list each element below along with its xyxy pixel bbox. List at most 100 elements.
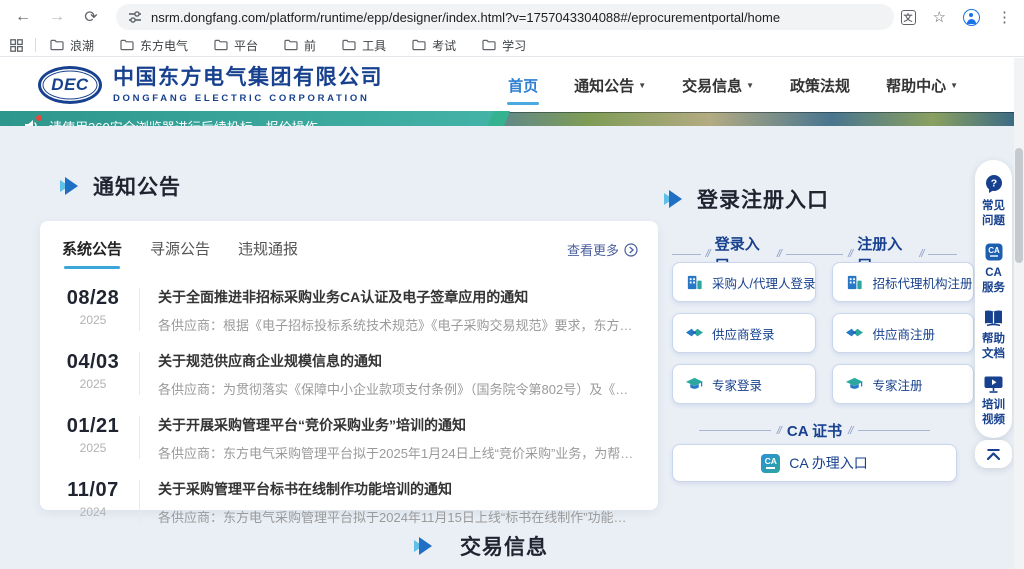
agency-register-button[interactable]: 招标代理机构注册 — [832, 262, 973, 302]
notice-year: 2025 — [62, 441, 124, 455]
notices-tabs: 系统公告 寻源公告 违规通报 查看更多 — [40, 221, 658, 275]
company-logo[interactable]: DEC 中国东方电气集团有限公司 DONGFANG ELECTRIC CORPO… — [38, 66, 383, 104]
bookmark-folder-xuexi[interactable]: 学习 — [482, 37, 526, 54]
bookmark-label: 浪潮 — [70, 37, 94, 54]
browser-back-icon[interactable]: ← — [14, 8, 32, 26]
handshake-icon — [845, 324, 864, 343]
back-to-top-button[interactable] — [975, 440, 1012, 468]
folder-icon — [342, 39, 356, 51]
circle-chevron-right-icon — [624, 243, 638, 257]
button-label: 供应商注册 — [872, 324, 935, 343]
view-more-link[interactable]: 查看更多 — [567, 240, 638, 259]
decorative-slashes: // — [848, 425, 852, 437]
folder-icon — [284, 39, 298, 51]
notice-date: 11/07 — [62, 479, 124, 502]
notice-list-item[interactable]: 11/07 2024 关于采购管理平台标书在线制作功能培训的通知 各供应商：东方… — [62, 469, 638, 533]
bookmark-folder-dongfang[interactable]: 东方电气 — [120, 37, 188, 54]
portal-button-grid: 采购人/代理人登录 招标代理机构注册 供应商登录 供应商注册 — [672, 262, 957, 404]
notices-section-title: 通知公告 — [93, 171, 181, 201]
notice-list-item[interactable]: 08/28 2025 关于全面推进非招标采购业务CA认证及电子签章应用的通知 各… — [62, 277, 638, 341]
purchaser-login-button[interactable]: 采购人/代理人登录 — [672, 262, 816, 302]
notice-date-box: 01/21 2025 — [62, 413, 124, 462]
training-videos-rail-button[interactable]: 培训视频 — [981, 375, 1007, 428]
button-label: 供应商登录 — [712, 324, 775, 343]
notice-year: 2025 — [62, 313, 124, 327]
translate-icon[interactable]: 文 — [901, 10, 916, 25]
faq-rail-button[interactable]: ? 常见问题 — [981, 173, 1007, 229]
bookmark-folder-gongju[interactable]: 工具 — [342, 37, 386, 54]
tab-system-notices[interactable]: 系统公告 — [62, 238, 122, 269]
decorative-slashes: // — [777, 248, 781, 260]
browser-reload-icon[interactable]: ⟳ — [82, 7, 100, 27]
company-name-en: DONGFANG ELECTRIC CORPORATION — [113, 93, 383, 104]
divider — [672, 254, 701, 255]
profile-avatar-icon[interactable] — [963, 9, 980, 26]
bookmark-folder-pingtai[interactable]: 平台 — [214, 37, 258, 54]
notices-card: 系统公告 寻源公告 违规通报 查看更多 08/28 2025 关于全面推进非招标… — [40, 221, 658, 510]
notice-year: 2025 — [62, 377, 124, 391]
tab-active-underline — [64, 266, 120, 269]
tab-violation-reports[interactable]: 违规通报 — [238, 238, 298, 259]
apps-grid-icon[interactable] — [10, 39, 23, 52]
notice-title[interactable]: 关于开展采购管理平台“竞价采购业务”培训的通知 — [158, 415, 638, 435]
ca-service-rail-button[interactable]: CA CA服务 — [981, 242, 1007, 296]
section-arrow-icon — [662, 188, 684, 210]
nav-notices[interactable]: 通知公告 ▼ — [574, 75, 646, 96]
notice-list-item[interactable]: 04/03 2025 关于规范供应商企业规模信息的通知 各供应商：为贯彻落实《保… — [62, 341, 638, 405]
bookmark-label: 平台 — [234, 37, 258, 54]
nav-policies[interactable]: 政策法规 — [790, 75, 850, 96]
bookmark-folder-langchao[interactable]: 浪潮 — [50, 37, 94, 54]
trade-section-title: 交易信息 — [460, 531, 548, 561]
site-settings-icon[interactable] — [128, 10, 142, 24]
nav-trade-info[interactable]: 交易信息 ▼ — [682, 75, 754, 96]
ca-badge-underline — [766, 467, 775, 469]
bookmark-label: 考试 — [432, 37, 456, 54]
ca-badge-icon: CA — [761, 454, 780, 473]
notice-title[interactable]: 关于规范供应商企业规模信息的通知 — [158, 351, 638, 371]
bookmark-folder-qian[interactable]: 前 — [284, 37, 316, 54]
supplier-register-button[interactable]: 供应商注册 — [832, 313, 973, 353]
floating-sidebar: ? 常见问题 CA CA服务 帮助文档 培训视频 — [975, 160, 1012, 438]
video-screen-icon — [983, 375, 1004, 394]
dec-logo-text: DEC — [51, 75, 88, 95]
notice-date-box: 11/07 2024 — [62, 477, 124, 526]
graduation-cap-icon — [845, 375, 864, 394]
address-bar[interactable]: nsrm.dongfang.com/platform/runtime/epp/d… — [116, 4, 894, 30]
divider — [699, 430, 771, 431]
back-to-top-icon — [985, 448, 1002, 461]
nav-help-center[interactable]: 帮助中心 ▼ — [886, 75, 958, 96]
decorative-slashes: // — [919, 248, 923, 260]
nav-notices-label: 通知公告 — [574, 75, 634, 96]
notice-title[interactable]: 关于采购管理平台标书在线制作功能培训的通知 — [158, 479, 638, 499]
divider — [858, 430, 930, 431]
nav-home[interactable]: 首页 — [508, 75, 538, 96]
bookmark-label: 东方电气 — [140, 37, 188, 54]
expert-register-button[interactable]: 专家注册 — [832, 364, 973, 404]
browser-menu-icon[interactable]: ⋮ — [997, 8, 1012, 26]
url-text[interactable]: nsrm.dongfang.com/platform/runtime/epp/d… — [151, 10, 780, 25]
folder-icon — [482, 39, 496, 51]
browser-forward-icon[interactable]: → — [48, 8, 66, 26]
nav-home-label: 首页 — [508, 75, 538, 96]
notice-title[interactable]: 关于全面推进非招标采购业务CA认证及电子签章应用的通知 — [158, 287, 638, 307]
supplier-login-button[interactable]: 供应商登录 — [672, 313, 816, 353]
folder-icon — [50, 39, 64, 51]
section-arrow-icon — [58, 175, 80, 197]
expert-login-button[interactable]: 专家登录 — [672, 364, 816, 404]
portal-section-title: 登录注册入口 — [697, 184, 829, 214]
button-label: 招标代理机构注册 — [872, 273, 972, 292]
divider — [139, 352, 140, 395]
notice-list-item[interactable]: 01/21 2025 关于开展采购管理平台“竞价采购业务”培训的通知 各供应商：… — [62, 405, 638, 469]
bookmark-star-icon[interactable]: ☆ — [933, 8, 946, 26]
tab-sourcing-notices[interactable]: 寻源公告 — [150, 238, 210, 259]
scrollbar-thumb[interactable] — [1015, 148, 1023, 263]
page-scrollbar[interactable] — [1014, 58, 1024, 569]
help-docs-rail-button[interactable]: 帮助文档 — [981, 309, 1007, 362]
bookmark-folder-kaoshi[interactable]: 考试 — [412, 37, 456, 54]
notice-year: 2024 — [62, 505, 124, 519]
ca-service-rail-label: CA服务 — [981, 266, 1007, 296]
svg-text:?: ? — [990, 178, 996, 190]
company-name-zh: 中国东方电气集团有限公司 — [113, 66, 383, 89]
ca-apply-button[interactable]: CA CA 办理入口 — [672, 444, 957, 482]
ca-group-header: // CA 证书 // — [672, 420, 957, 441]
